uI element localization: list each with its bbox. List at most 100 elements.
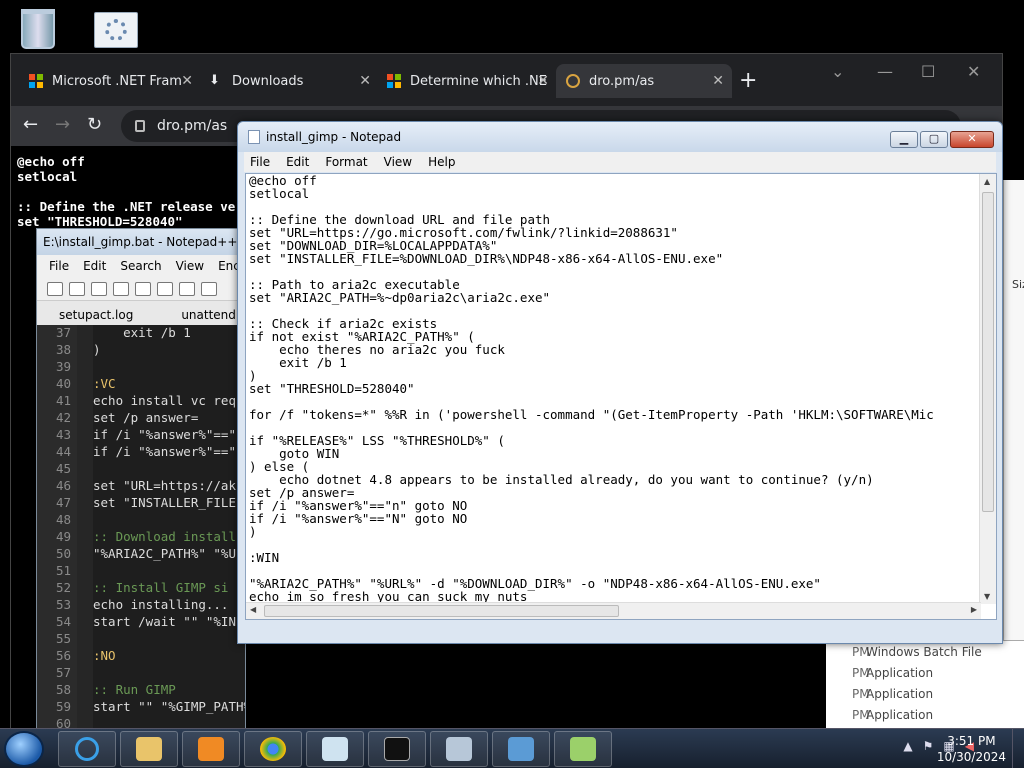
reload-icon[interactable]: ↻ [87, 114, 102, 135]
close-icon[interactable]: ✕ [967, 62, 980, 81]
menu-file[interactable]: File [250, 155, 270, 169]
menu-view[interactable]: View [176, 259, 204, 273]
scroll-left-icon[interactable]: ◀ [250, 605, 256, 614]
code-line[interactable]: 50 "%ARIA2C_PATH%" "%U [37, 546, 245, 563]
file-row[interactable]: PM Application [826, 704, 1024, 725]
code-line[interactable]: 40:VC [37, 376, 245, 393]
code-line[interactable]: 43 if /i "%answer%"==" [37, 427, 245, 444]
menu-view[interactable]: View [384, 155, 412, 169]
code-line[interactable]: 38) [37, 342, 245, 359]
chevron-down-icon[interactable]: ⌄ [831, 62, 844, 81]
code-line[interactable]: 51 [37, 563, 245, 580]
code-line[interactable]: 56:NO [37, 648, 245, 665]
minimize-icon[interactable]: — [877, 62, 893, 81]
menu-file[interactable]: File [49, 259, 69, 273]
code-line[interactable]: 57 [37, 665, 245, 682]
save-all-icon[interactable] [113, 281, 129, 296]
taskbar-app[interactable] [492, 731, 550, 767]
fold-margin [77, 427, 93, 444]
line-number: 37 [37, 325, 77, 342]
code-line[interactable]: 45 [37, 461, 245, 478]
back-arrow-icon[interactable]: ← [23, 114, 38, 135]
code-line[interactable]: 59 start "" "%GIMP_PATH%" [37, 699, 245, 716]
settings-gears-icon[interactable] [94, 12, 138, 48]
code-line[interactable]: 53 echo installing... [37, 597, 245, 614]
tab-setupact-log[interactable]: setupact.log [45, 305, 147, 325]
close-tab-icon[interactable]: ✕ [712, 73, 724, 89]
taskbar-explorer[interactable] [120, 731, 178, 767]
menu-search[interactable]: Search [120, 259, 161, 273]
code-line[interactable]: 46 set "URL=https://ak [37, 478, 245, 495]
close-file-icon[interactable] [135, 281, 151, 296]
tab-dro-pm[interactable]: dro.pm/as ✕ [556, 64, 732, 98]
file-row[interactable]: PM Windows Batch File [826, 641, 1024, 662]
code-line[interactable]: 54 start /wait "" "%IN [37, 614, 245, 631]
notepad-content[interactable]: @echo off setlocal :: Define the downloa… [249, 174, 934, 616]
maximize-button[interactable]: ▢ [920, 131, 948, 148]
tab-downloads[interactable]: ⬇ Downloads ✕ [199, 64, 379, 98]
vertical-scroll-thumb[interactable] [982, 192, 994, 512]
line-text: :: Download install [93, 529, 236, 544]
new-file-icon[interactable] [47, 281, 63, 296]
file-row[interactable]: PM Application [826, 662, 1024, 683]
taskbar-notepad[interactable] [306, 731, 364, 767]
menu-format[interactable]: Format [325, 155, 367, 169]
scroll-right-icon[interactable]: ▶ [971, 605, 977, 614]
maximize-icon[interactable]: ☐ [921, 62, 935, 81]
code-line[interactable]: 48 [37, 512, 245, 529]
cut-icon[interactable] [201, 281, 217, 296]
code-line[interactable]: 39 [37, 359, 245, 376]
menu-edit[interactable]: Edit [286, 155, 309, 169]
code-line[interactable]: 47 set "INSTALLER_FILE [37, 495, 245, 512]
save-icon[interactable] [91, 281, 107, 296]
taskbar-chrome[interactable] [244, 731, 302, 767]
tab-label: Microsoft .NET Fram [52, 73, 182, 89]
fold-margin [77, 682, 93, 699]
code-line[interactable]: 37 exit /b 1 [37, 325, 245, 342]
new-tab-button[interactable]: + [739, 68, 757, 93]
notepad-text-area[interactable]: @echo off setlocal :: Define the downloa… [245, 173, 997, 620]
code-line[interactable]: 49:: Download install [37, 529, 245, 546]
print-icon[interactable] [179, 281, 195, 296]
code-line[interactable]: 52:: Install GIMP si [37, 580, 245, 597]
fold-margin [77, 342, 93, 359]
close-tab-icon[interactable]: ✕ [537, 73, 549, 89]
forward-arrow-icon[interactable]: → [55, 114, 70, 135]
taskbar-network[interactable] [430, 731, 488, 767]
close-tab-icon[interactable]: ✕ [359, 73, 371, 89]
recycle-bin-icon[interactable] [14, 6, 62, 52]
flag-icon[interactable]: ⚑ [923, 739, 934, 753]
close-all-icon[interactable] [157, 281, 173, 296]
taskbar-cmd[interactable] [368, 731, 426, 767]
clock[interactable]: 3:51 PM 10/30/2024 [937, 733, 1006, 765]
taskbar-media-player[interactable] [182, 731, 240, 767]
code-line[interactable]: 58:: Run GIMP [37, 682, 245, 699]
tab-determine-net[interactable]: Determine which .NE ✕ [377, 64, 557, 98]
vertical-scrollbar[interactable]: ▲ ▼ [979, 174, 996, 604]
tab-label: dro.pm/as [589, 73, 655, 89]
scroll-up-icon[interactable]: ▲ [984, 177, 990, 186]
show-desktop-button[interactable] [1012, 729, 1024, 768]
tab-microsoft-net[interactable]: Microsoft .NET Fram ✕ [19, 64, 201, 98]
minimize-button[interactable]: ▁ [890, 131, 918, 148]
scroll-down-icon[interactable]: ▼ [984, 592, 990, 601]
horizontal-scrollbar[interactable]: ◀ ▶ [246, 602, 981, 619]
menu-help[interactable]: Help [428, 155, 455, 169]
code-line[interactable]: 44 if /i "%answer%"==" [37, 444, 245, 461]
start-button[interactable] [4, 731, 44, 767]
notepadpp-editor[interactable]: 37 exit /b 1 38) 39 40:VC 41 echo install vc … [37, 325, 245, 732]
close-tab-icon[interactable]: ✕ [181, 73, 193, 89]
horizontal-scroll-thumb[interactable] [264, 605, 619, 617]
code-line[interactable]: 41 echo install vc req [37, 393, 245, 410]
code-line[interactable]: 42 set /p answer= [37, 410, 245, 427]
open-folder-icon[interactable] [69, 281, 85, 296]
close-button[interactable]: ✕ [950, 131, 994, 148]
taskbar-internet-explorer[interactable] [58, 731, 116, 767]
menu-edit[interactable]: Edit [83, 259, 106, 273]
fold-margin [77, 410, 93, 427]
taskbar-notepadpp[interactable] [554, 731, 612, 767]
show-hidden-icons-icon[interactable]: ▲ [903, 739, 912, 753]
file-row[interactable]: PM Application [826, 683, 1024, 704]
background-window: Siz [1003, 180, 1024, 680]
code-line[interactable]: 55 [37, 631, 245, 648]
